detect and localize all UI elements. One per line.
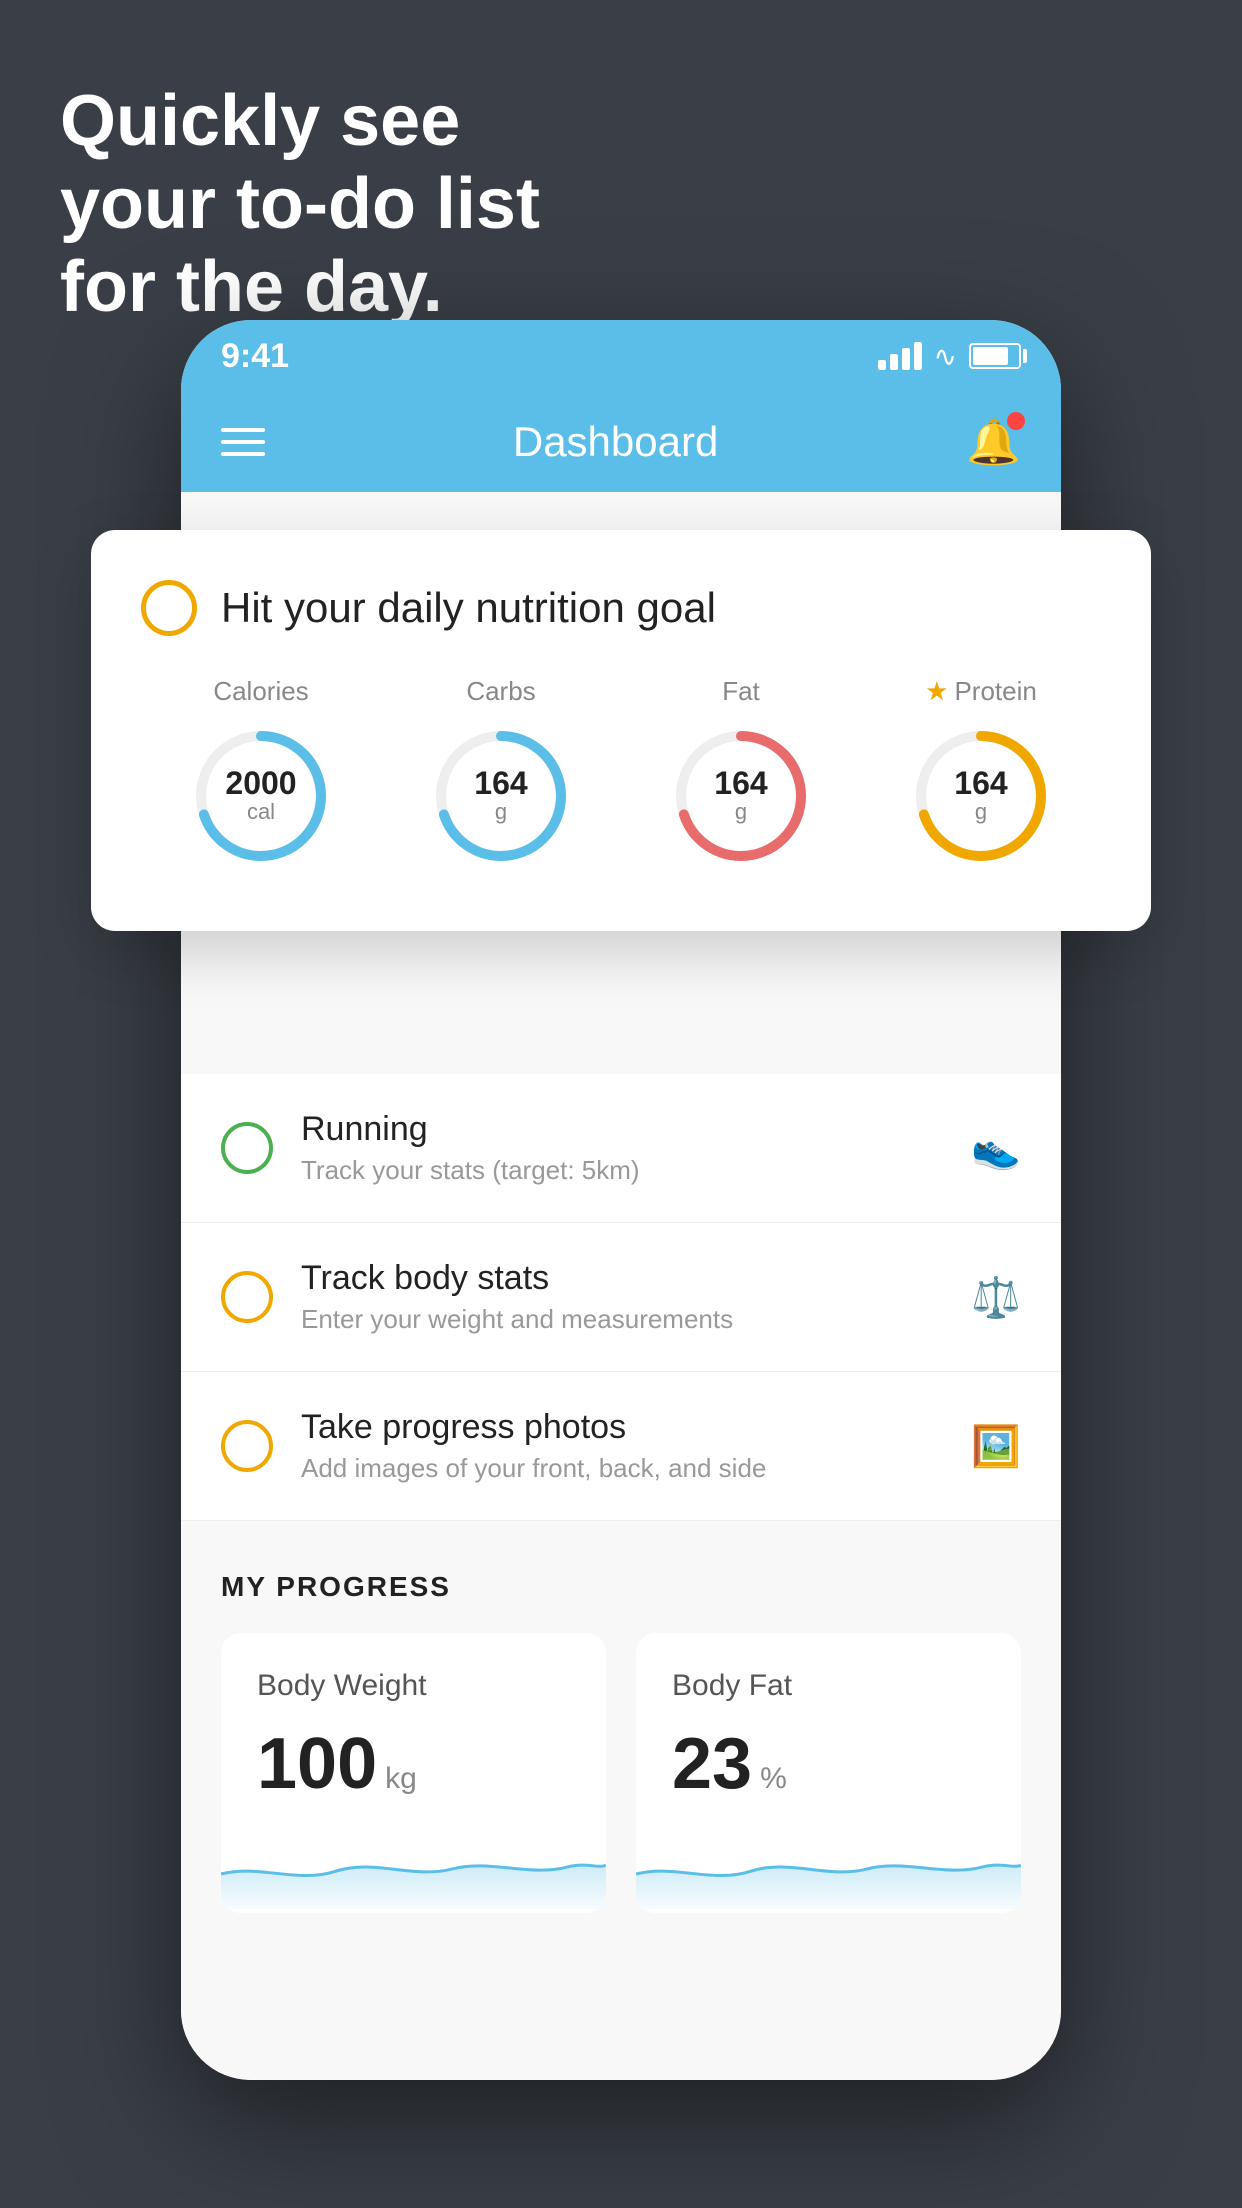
notification-bell-button[interactable]: 🔔 bbox=[966, 416, 1021, 468]
ring-value: 164 bbox=[954, 767, 1007, 799]
progress-value: 23 bbox=[672, 1723, 752, 1805]
hamburger-menu-button[interactable] bbox=[221, 428, 265, 456]
progress-card-1[interactable]: Body Fat 23 % bbox=[636, 1633, 1021, 1913]
todo-subtitle: Track your stats (target: 5km) bbox=[301, 1155, 971, 1186]
nutrition-card[interactable]: Hit your daily nutrition goal Calories 2… bbox=[91, 530, 1151, 931]
nutrition-circles: Calories 2000 cal Carbs 164 g bbox=[141, 676, 1101, 871]
nutrition-label-carbs: Carbs bbox=[466, 676, 535, 707]
wave-chart bbox=[221, 1829, 606, 1909]
nutrition-protein: ★ Protein 164 g bbox=[906, 676, 1056, 871]
status-time: 9:41 bbox=[221, 337, 289, 376]
todo-icon: 👟 bbox=[971, 1125, 1021, 1172]
progress-card-title: Body Weight bbox=[257, 1669, 570, 1703]
progress-unit: % bbox=[760, 1762, 787, 1796]
hamburger-line bbox=[221, 428, 265, 432]
progress-card-title: Body Fat bbox=[672, 1669, 985, 1703]
nav-bar: Dashboard 🔔 bbox=[181, 392, 1061, 492]
battery-icon bbox=[969, 343, 1021, 369]
todo-circle bbox=[221, 1271, 273, 1323]
signal-icon bbox=[878, 342, 922, 370]
todo-item[interactable]: Track body stats Enter your weight and m… bbox=[181, 1223, 1061, 1372]
notification-dot bbox=[1007, 412, 1025, 430]
todo-circle bbox=[221, 1122, 273, 1174]
status-icons: ∿ bbox=[878, 340, 1021, 373]
todo-title: Take progress photos bbox=[301, 1408, 971, 1447]
ring-text: 164 g bbox=[474, 767, 527, 825]
progress-unit: kg bbox=[385, 1762, 417, 1796]
progress-value: 100 bbox=[257, 1723, 377, 1805]
ring-unit: g bbox=[954, 799, 1007, 825]
ring-unit: g bbox=[714, 799, 767, 825]
wave-chart bbox=[636, 1829, 1021, 1909]
progress-value-row: 23 % bbox=[672, 1723, 985, 1805]
status-bar: 9:41 ∿ bbox=[181, 320, 1061, 392]
nutrition-carbs: Carbs 164 g bbox=[426, 676, 576, 871]
todo-title: Running bbox=[301, 1110, 971, 1149]
hamburger-line bbox=[221, 452, 265, 456]
ring-value: 2000 bbox=[225, 767, 296, 799]
ring-calories: 2000 cal bbox=[186, 721, 336, 871]
todo-title: Track body stats bbox=[301, 1259, 971, 1298]
todo-subtitle: Add images of your front, back, and side bbox=[301, 1453, 971, 1484]
card-title-row: Hit your daily nutrition goal bbox=[141, 580, 1101, 636]
todo-circle bbox=[221, 1420, 273, 1472]
todo-icon: 🖼️ bbox=[971, 1423, 1021, 1470]
task-circle-check bbox=[141, 580, 197, 636]
ring-protein: 164 g bbox=[906, 721, 1056, 871]
star-icon: ★ bbox=[925, 676, 948, 707]
todo-text: Running Track your stats (target: 5km) bbox=[301, 1110, 971, 1186]
todo-icon: ⚖️ bbox=[971, 1274, 1021, 1321]
nutrition-calories: Calories 2000 cal bbox=[186, 676, 336, 871]
ring-fat: 164 g bbox=[666, 721, 816, 871]
nutrition-label-fat: Fat bbox=[722, 676, 760, 707]
headline: Quickly see your to-do list for the day. bbox=[60, 80, 540, 328]
todo-item[interactable]: Running Track your stats (target: 5km) 👟 bbox=[181, 1074, 1061, 1223]
hamburger-line bbox=[221, 440, 265, 444]
ring-text: 164 g bbox=[954, 767, 1007, 825]
ring-text: 2000 cal bbox=[225, 767, 296, 825]
nutrition-label-calories: Calories bbox=[213, 676, 308, 707]
nutrition-fat: Fat 164 g bbox=[666, 676, 816, 871]
ring-text: 164 g bbox=[714, 767, 767, 825]
progress-section: MY PROGRESS Body Weight 100 kg bbox=[181, 1521, 1061, 1953]
card-title: Hit your daily nutrition goal bbox=[221, 584, 716, 632]
todo-text: Track body stats Enter your weight and m… bbox=[301, 1259, 971, 1335]
ring-value: 164 bbox=[714, 767, 767, 799]
todo-text: Take progress photos Add images of your … bbox=[301, 1408, 971, 1484]
progress-value-row: 100 kg bbox=[257, 1723, 570, 1805]
ring-value: 164 bbox=[474, 767, 527, 799]
progress-card-0[interactable]: Body Weight 100 kg bbox=[221, 1633, 606, 1913]
nutrition-label-protein: ★ Protein bbox=[925, 676, 1037, 707]
todo-item[interactable]: Take progress photos Add images of your … bbox=[181, 1372, 1061, 1521]
progress-cards: Body Weight 100 kg bbox=[221, 1633, 1021, 1913]
progress-header: MY PROGRESS bbox=[221, 1571, 1021, 1603]
ring-unit: g bbox=[474, 799, 527, 825]
ring-unit: cal bbox=[225, 799, 296, 825]
wifi-icon: ∿ bbox=[934, 340, 957, 373]
nav-title: Dashboard bbox=[513, 418, 718, 466]
ring-carbs: 164 g bbox=[426, 721, 576, 871]
todo-list: Running Track your stats (target: 5km) 👟… bbox=[181, 1074, 1061, 1521]
todo-subtitle: Enter your weight and measurements bbox=[301, 1304, 971, 1335]
